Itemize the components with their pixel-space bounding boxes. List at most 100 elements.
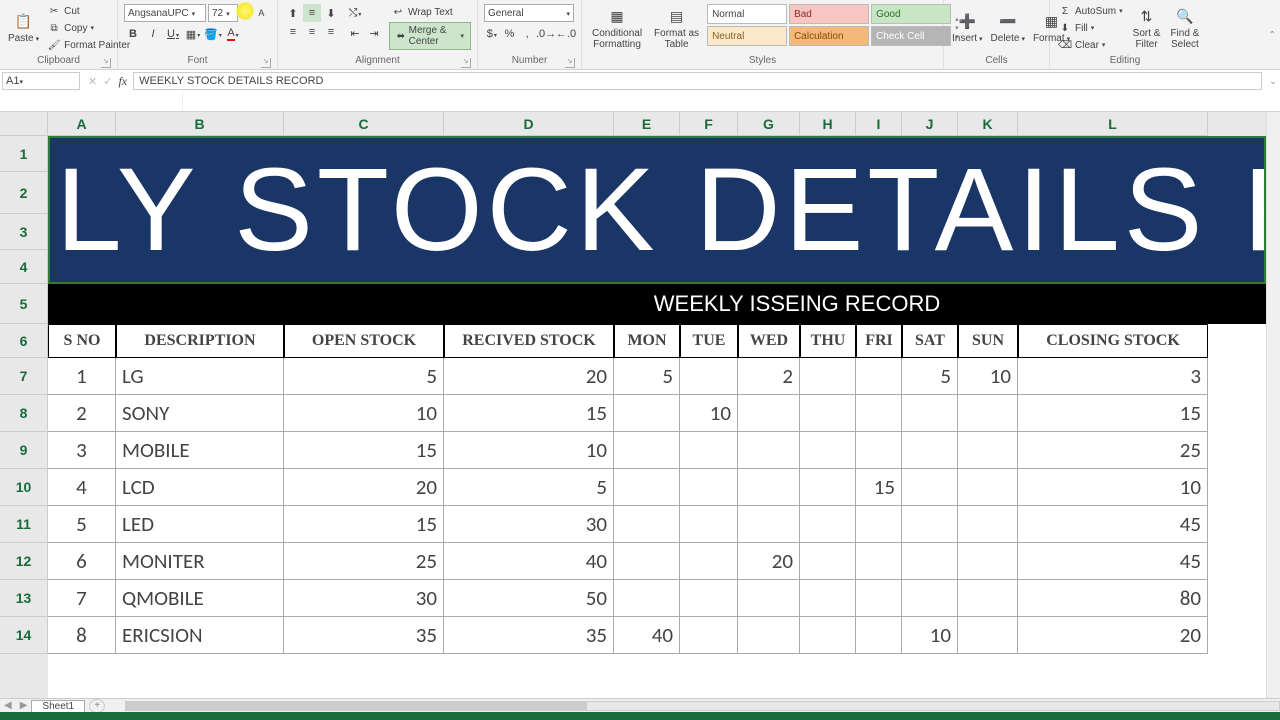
row-header-7[interactable]: 7 — [0, 358, 48, 395]
vertical-scrollbar[interactable] — [1266, 112, 1280, 698]
cell[interactable] — [738, 506, 800, 543]
cell[interactable] — [856, 506, 902, 543]
tab-nav-prev[interactable]: ◀ — [0, 700, 16, 711]
row-header-2[interactable]: 2 — [0, 172, 48, 214]
cell[interactable]: 3 — [1018, 358, 1208, 395]
row-header-6[interactable]: 6 — [0, 324, 48, 358]
cell[interactable]: 15 — [1018, 395, 1208, 432]
cell[interactable] — [680, 543, 738, 580]
table-header-cell[interactable]: FRI — [856, 324, 902, 358]
row-header-11[interactable]: 11 — [0, 506, 48, 543]
table-header-cell[interactable]: SUN — [958, 324, 1018, 358]
cell[interactable]: 25 — [1018, 432, 1208, 469]
cell[interactable]: 80 — [1018, 580, 1208, 617]
find-select-button[interactable]: 🔍Find & Select — [1166, 2, 1203, 54]
cell[interactable] — [800, 358, 856, 395]
cell[interactable] — [902, 432, 958, 469]
clear-button[interactable]: ⌫Clear▾ — [1056, 37, 1125, 53]
cell[interactable]: 15 — [856, 469, 902, 506]
fill-color-button[interactable]: 🪣 — [204, 25, 222, 43]
align-center-button[interactable]: ≡ — [303, 23, 321, 41]
format-as-table-button[interactable]: ▤Format as Table — [650, 4, 703, 52]
style-good[interactable]: Good — [871, 4, 951, 24]
accept-formula-button[interactable]: ✓ — [103, 75, 112, 88]
cell[interactable] — [856, 617, 902, 654]
font-color-button[interactable]: A — [224, 25, 242, 43]
cancel-formula-button[interactable]: ✕ — [88, 75, 97, 88]
cell[interactable]: 10 — [444, 432, 614, 469]
row-header-5[interactable]: 5 — [0, 284, 48, 324]
cell[interactable] — [738, 617, 800, 654]
cell[interactable]: 30 — [284, 580, 444, 617]
borders-button[interactable]: ▦ — [184, 25, 202, 43]
cell[interactable] — [614, 432, 680, 469]
row-header-9[interactable]: 9 — [0, 432, 48, 469]
row-header-13[interactable]: 13 — [0, 580, 48, 617]
autosum-button[interactable]: ΣAutoSum▾ — [1056, 3, 1125, 19]
comma-button[interactable]: , — [519, 25, 535, 43]
cell[interactable]: QMOBILE — [116, 580, 284, 617]
cell[interactable]: MONITER — [116, 543, 284, 580]
cell[interactable] — [902, 395, 958, 432]
align-top-button[interactable]: ⬆ — [284, 4, 302, 22]
formula-input[interactable]: WEEKLY STOCK DETAILS RECORD — [133, 72, 1262, 90]
collapse-ribbon-button[interactable]: ⌃ — [1268, 29, 1276, 40]
row-header-14[interactable]: 14 — [0, 617, 48, 654]
cell[interactable] — [800, 432, 856, 469]
cell[interactable]: 5 — [902, 358, 958, 395]
cell[interactable]: LCD — [116, 469, 284, 506]
cell[interactable]: LG — [116, 358, 284, 395]
cells-canvas[interactable]: LY STOCK DETAILS RE WEEKLY ISSEING RECOR… — [48, 136, 1266, 698]
sheet-tab-1[interactable]: Sheet1 — [31, 700, 85, 712]
table-header-cell[interactable]: S NO — [48, 324, 116, 358]
wrap-text-button[interactable]: ↩Wrap Text — [389, 4, 471, 20]
add-sheet-button[interactable]: + — [89, 699, 105, 713]
increase-font-button[interactable]: A — [240, 6, 253, 20]
cell[interactable]: 5 — [48, 506, 116, 543]
merge-center-button[interactable]: ⬌Merge & Center▾ — [389, 22, 471, 50]
row-header-8[interactable]: 8 — [0, 395, 48, 432]
table-header-cell[interactable]: TUE — [680, 324, 738, 358]
cell[interactable] — [738, 580, 800, 617]
cell[interactable] — [856, 395, 902, 432]
cell[interactable] — [856, 358, 902, 395]
cell[interactable] — [902, 543, 958, 580]
col-header-C[interactable]: C — [284, 112, 444, 136]
cell[interactable] — [800, 543, 856, 580]
cell[interactable]: 2 — [48, 395, 116, 432]
col-header-L[interactable]: L — [1018, 112, 1208, 136]
col-header-K[interactable]: K — [958, 112, 1018, 136]
cell[interactable] — [738, 395, 800, 432]
cell[interactable]: 8 — [48, 617, 116, 654]
cell[interactable] — [800, 580, 856, 617]
align-right-button[interactable]: ≡ — [322, 23, 340, 41]
fill-button[interactable]: ⬇Fill▾ — [1056, 20, 1125, 36]
cell[interactable]: SONY — [116, 395, 284, 432]
col-header-E[interactable]: E — [614, 112, 680, 136]
cell[interactable]: 3 — [48, 432, 116, 469]
number-format-combo[interactable]: General — [484, 4, 574, 22]
cell[interactable]: 35 — [444, 617, 614, 654]
cell[interactable] — [958, 580, 1018, 617]
subtitle-band[interactable]: WEEKLY ISSEING RECORD — [48, 284, 1266, 324]
table-header-cell[interactable]: CLOSING STOCK — [1018, 324, 1208, 358]
cell[interactable]: 50 — [444, 580, 614, 617]
orientation-button[interactable]: ⤭ — [346, 4, 364, 22]
cell[interactable] — [902, 506, 958, 543]
cell[interactable]: 10 — [284, 395, 444, 432]
cell[interactable]: 1 — [48, 358, 116, 395]
name-box[interactable]: A1 — [2, 72, 80, 90]
cell[interactable]: 5 — [284, 358, 444, 395]
row-header-12[interactable]: 12 — [0, 543, 48, 580]
percent-button[interactable]: % — [502, 25, 518, 43]
tab-nav-next[interactable]: ▶ — [16, 700, 32, 711]
cell[interactable]: 40 — [444, 543, 614, 580]
table-header-cell[interactable]: OPEN STOCK — [284, 324, 444, 358]
cell[interactable] — [856, 432, 902, 469]
align-left-button[interactable]: ≡ — [284, 23, 302, 41]
cell[interactable]: 5 — [614, 358, 680, 395]
underline-button[interactable]: U — [164, 25, 182, 43]
decrease-indent-button[interactable]: ⇤ — [346, 24, 364, 42]
cell[interactable] — [958, 469, 1018, 506]
cell[interactable]: 25 — [284, 543, 444, 580]
